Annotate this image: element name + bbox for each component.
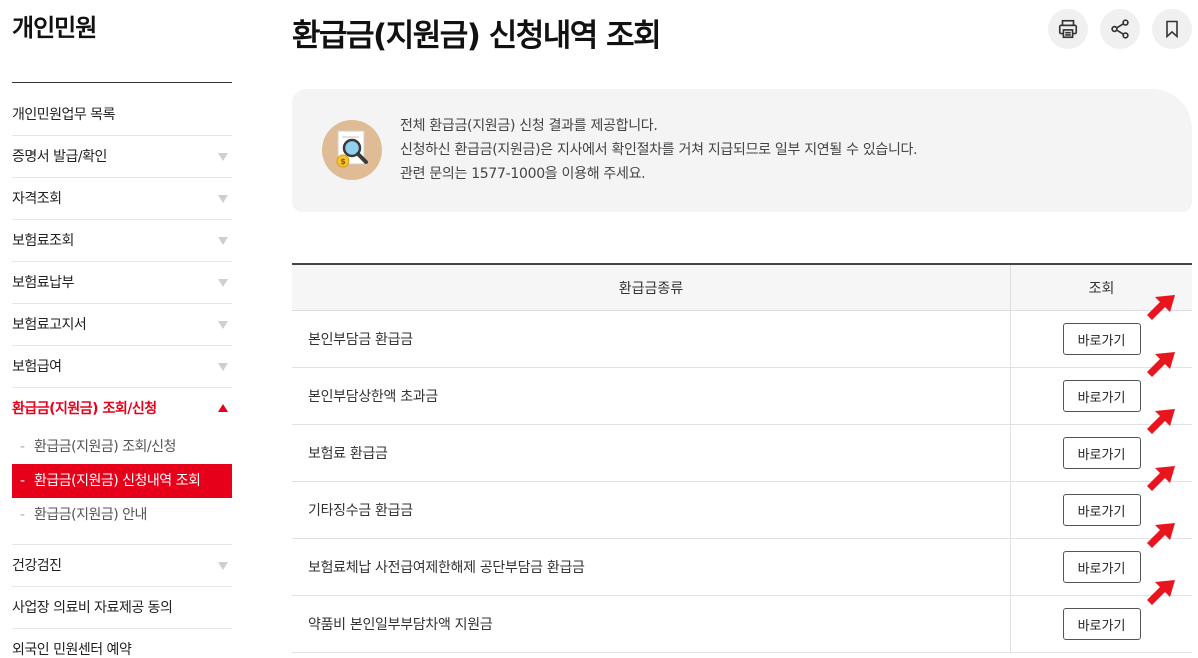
chevron-down-icon (218, 195, 228, 203)
sidebar-submenu-wrapper: - 환급금(지원금) 조회/신청 - 환급금(지원금) 신청내역 조회 - 환급금(지… (12, 430, 232, 545)
refund-type-cell: 기타징수금 환급금 (308, 503, 413, 519)
svg-text:$: $ (340, 157, 346, 166)
table-row: 보험료 환급금 바로가기 (292, 409, 1192, 482)
dash-marker: - (20, 507, 25, 523)
sidebar-item-label: 보험급여 (12, 359, 62, 375)
print-button[interactable] (1048, 9, 1088, 49)
go-button[interactable]: 바로가기 (1062, 551, 1141, 583)
refund-type-cell: 보험료체납 사전급여제한해제 공단부담금 환급금 (308, 560, 585, 576)
red-arrow-icon (1147, 523, 1175, 548)
dash-marker: - (20, 473, 25, 489)
notice-icon-wrap: $ (322, 120, 382, 180)
sidebar-title: 개인민원 (12, 14, 97, 42)
sidebar-item-label: 보험료고지서 (12, 317, 87, 333)
sidebar-subitem-label: 환급금(지원금) 조회/신청 (34, 439, 176, 455)
sidebar-item-certificate[interactable]: 증명서 발급/확인 (12, 136, 232, 178)
sidebar-item-civil-list[interactable]: 개인민원업무 목록 (12, 94, 232, 136)
sidebar-subitem-refund-apply[interactable]: - 환급금(지원금) 조회/신청 (12, 430, 232, 464)
sidebar: 개인민원 개인민원업무 목록 증명서 발급/확인 자격조회 보험료조회 보험료납… (12, 0, 232, 658)
refund-type-cell: 보험료 환급금 (308, 446, 388, 462)
table-row: 본인부담금 환급금 바로가기 (292, 295, 1192, 368)
sidebar-menu: 개인민원업무 목록 증명서 발급/확인 자격조회 보험료조회 보험료납부 보험료… (12, 94, 232, 658)
go-button[interactable]: 바로가기 (1062, 437, 1141, 469)
table-row: 약품비 본인일부부담차액 지원금 바로가기 (292, 580, 1192, 653)
table-header: 환급금종류 조회 (292, 265, 1192, 311)
sidebar-item-label: 환급금(지원금) 조회/신청 (12, 401, 157, 417)
sidebar-item-label: 개인민원업무 목록 (12, 107, 116, 123)
chevron-down-icon (218, 237, 228, 245)
chevron-down-icon (218, 321, 228, 329)
table-row: 기타징수금 환급금 바로가기 (292, 466, 1192, 539)
sidebar-item-label: 외국인 민원센터 예약 (12, 642, 132, 658)
table-row: 보험료체납 사전급여제한해제 공단부담금 환급금 바로가기 (292, 523, 1192, 596)
red-arrow-icon (1147, 466, 1175, 491)
go-button[interactable]: 바로가기 (1062, 494, 1141, 526)
sidebar-item-premium-lookup[interactable]: 보험료조회 (12, 220, 232, 262)
sidebar-subitem-label: 환급금(지원금) 신청내역 조회 (34, 473, 201, 489)
view-cell: 바로가기 (1010, 580, 1192, 652)
share-icon (1111, 19, 1129, 39)
sidebar-item-label: 사업장 의료비 자료제공 동의 (12, 600, 173, 616)
notice-line: 신청하신 환급금(지원금)은 지사에서 확인절차를 거쳐 지급되므로 일부 지연… (400, 142, 918, 158)
sidebar-item-label: 보험료조회 (12, 233, 74, 249)
notice-text: 전체 환급금(지원금) 신청 결과를 제공합니다. 신청하신 환급금(지원금)은… (400, 114, 918, 186)
chevron-up-icon (218, 404, 228, 412)
notice-line: 관련 문의는 1577-1000을 이용해 주세요. (400, 166, 646, 182)
red-arrow-icon (1147, 295, 1175, 320)
sidebar-subitem-refund-history[interactable]: - 환급금(지원금) 신청내역 조회 (12, 464, 232, 498)
share-button[interactable] (1100, 9, 1140, 49)
sidebar-item-eligibility[interactable]: 자격조회 (12, 178, 232, 220)
bookmark-icon (1166, 20, 1178, 39)
go-button[interactable]: 바로가기 (1062, 380, 1141, 412)
sidebar-item-premium-payment[interactable]: 보험료납부 (12, 262, 232, 304)
notice-line: 전체 환급금(지원금) 신청 결과를 제공합니다. (400, 118, 658, 134)
table-row: 본인부담상한액 초과금 바로가기 (292, 352, 1192, 425)
sidebar-item-premium-notice[interactable]: 보험료고지서 (12, 304, 232, 346)
red-arrow-icon (1147, 580, 1175, 605)
sidebar-item-label: 증명서 발급/확인 (12, 149, 107, 165)
refund-type-cell: 약품비 본인일부부담차액 지원금 (308, 617, 493, 633)
sidebar-divider (12, 82, 232, 83)
refund-type-cell: 본인부담금 환급금 (308, 332, 413, 348)
chevron-down-icon (218, 153, 228, 161)
sidebar-item-refund[interactable]: 환급금(지원금) 조회/신청 (12, 388, 232, 430)
go-button[interactable]: 바로가기 (1062, 608, 1141, 640)
sidebar-submenu: - 환급금(지원금) 조회/신청 - 환급금(지원금) 신청내역 조회 - 환급금(지… (12, 430, 232, 545)
red-arrow-icon (1147, 409, 1175, 434)
search-document-icon: $ (336, 130, 368, 168)
bookmark-button[interactable] (1152, 9, 1192, 49)
sidebar-item-foreigner-center[interactable]: 외국인 민원센터 예약 (12, 629, 232, 658)
page-title: 환급금(지원금) 신청내역 조회 (292, 18, 662, 54)
refund-table: 환급금종류 조회 본인부담금 환급금 바로가기 본인부담상한액 초과금 바로가기… (292, 263, 1192, 653)
go-button[interactable]: 바로가기 (1062, 323, 1141, 355)
chevron-down-icon (218, 562, 228, 570)
sidebar-item-label: 자격조회 (12, 191, 62, 207)
chevron-down-icon (218, 363, 228, 371)
dash-marker: - (20, 439, 25, 455)
chevron-down-icon (218, 279, 228, 287)
notice-box: $ 전체 환급금(지원금) 신청 결과를 제공합니다. 신청하신 환급금(지원금… (292, 89, 1192, 212)
sidebar-subitem-label: 환급금(지원금) 안내 (34, 507, 147, 523)
print-icon (1058, 19, 1078, 39)
sidebar-item-medical-consent[interactable]: 사업장 의료비 자료제공 동의 (12, 587, 232, 629)
red-arrow-icon (1147, 352, 1175, 377)
sidebar-item-label: 건강검진 (12, 558, 62, 574)
sidebar-item-label: 보험료납부 (12, 275, 74, 291)
column-header-type: 환급금종류 (618, 280, 684, 297)
sidebar-item-checkup[interactable]: 건강검진 (12, 545, 232, 587)
sidebar-subitem-refund-guide[interactable]: - 환급금(지원금) 안내 (12, 498, 232, 532)
sidebar-item-benefits[interactable]: 보험급여 (12, 346, 232, 388)
refund-type-cell: 본인부담상한액 초과금 (308, 389, 438, 405)
